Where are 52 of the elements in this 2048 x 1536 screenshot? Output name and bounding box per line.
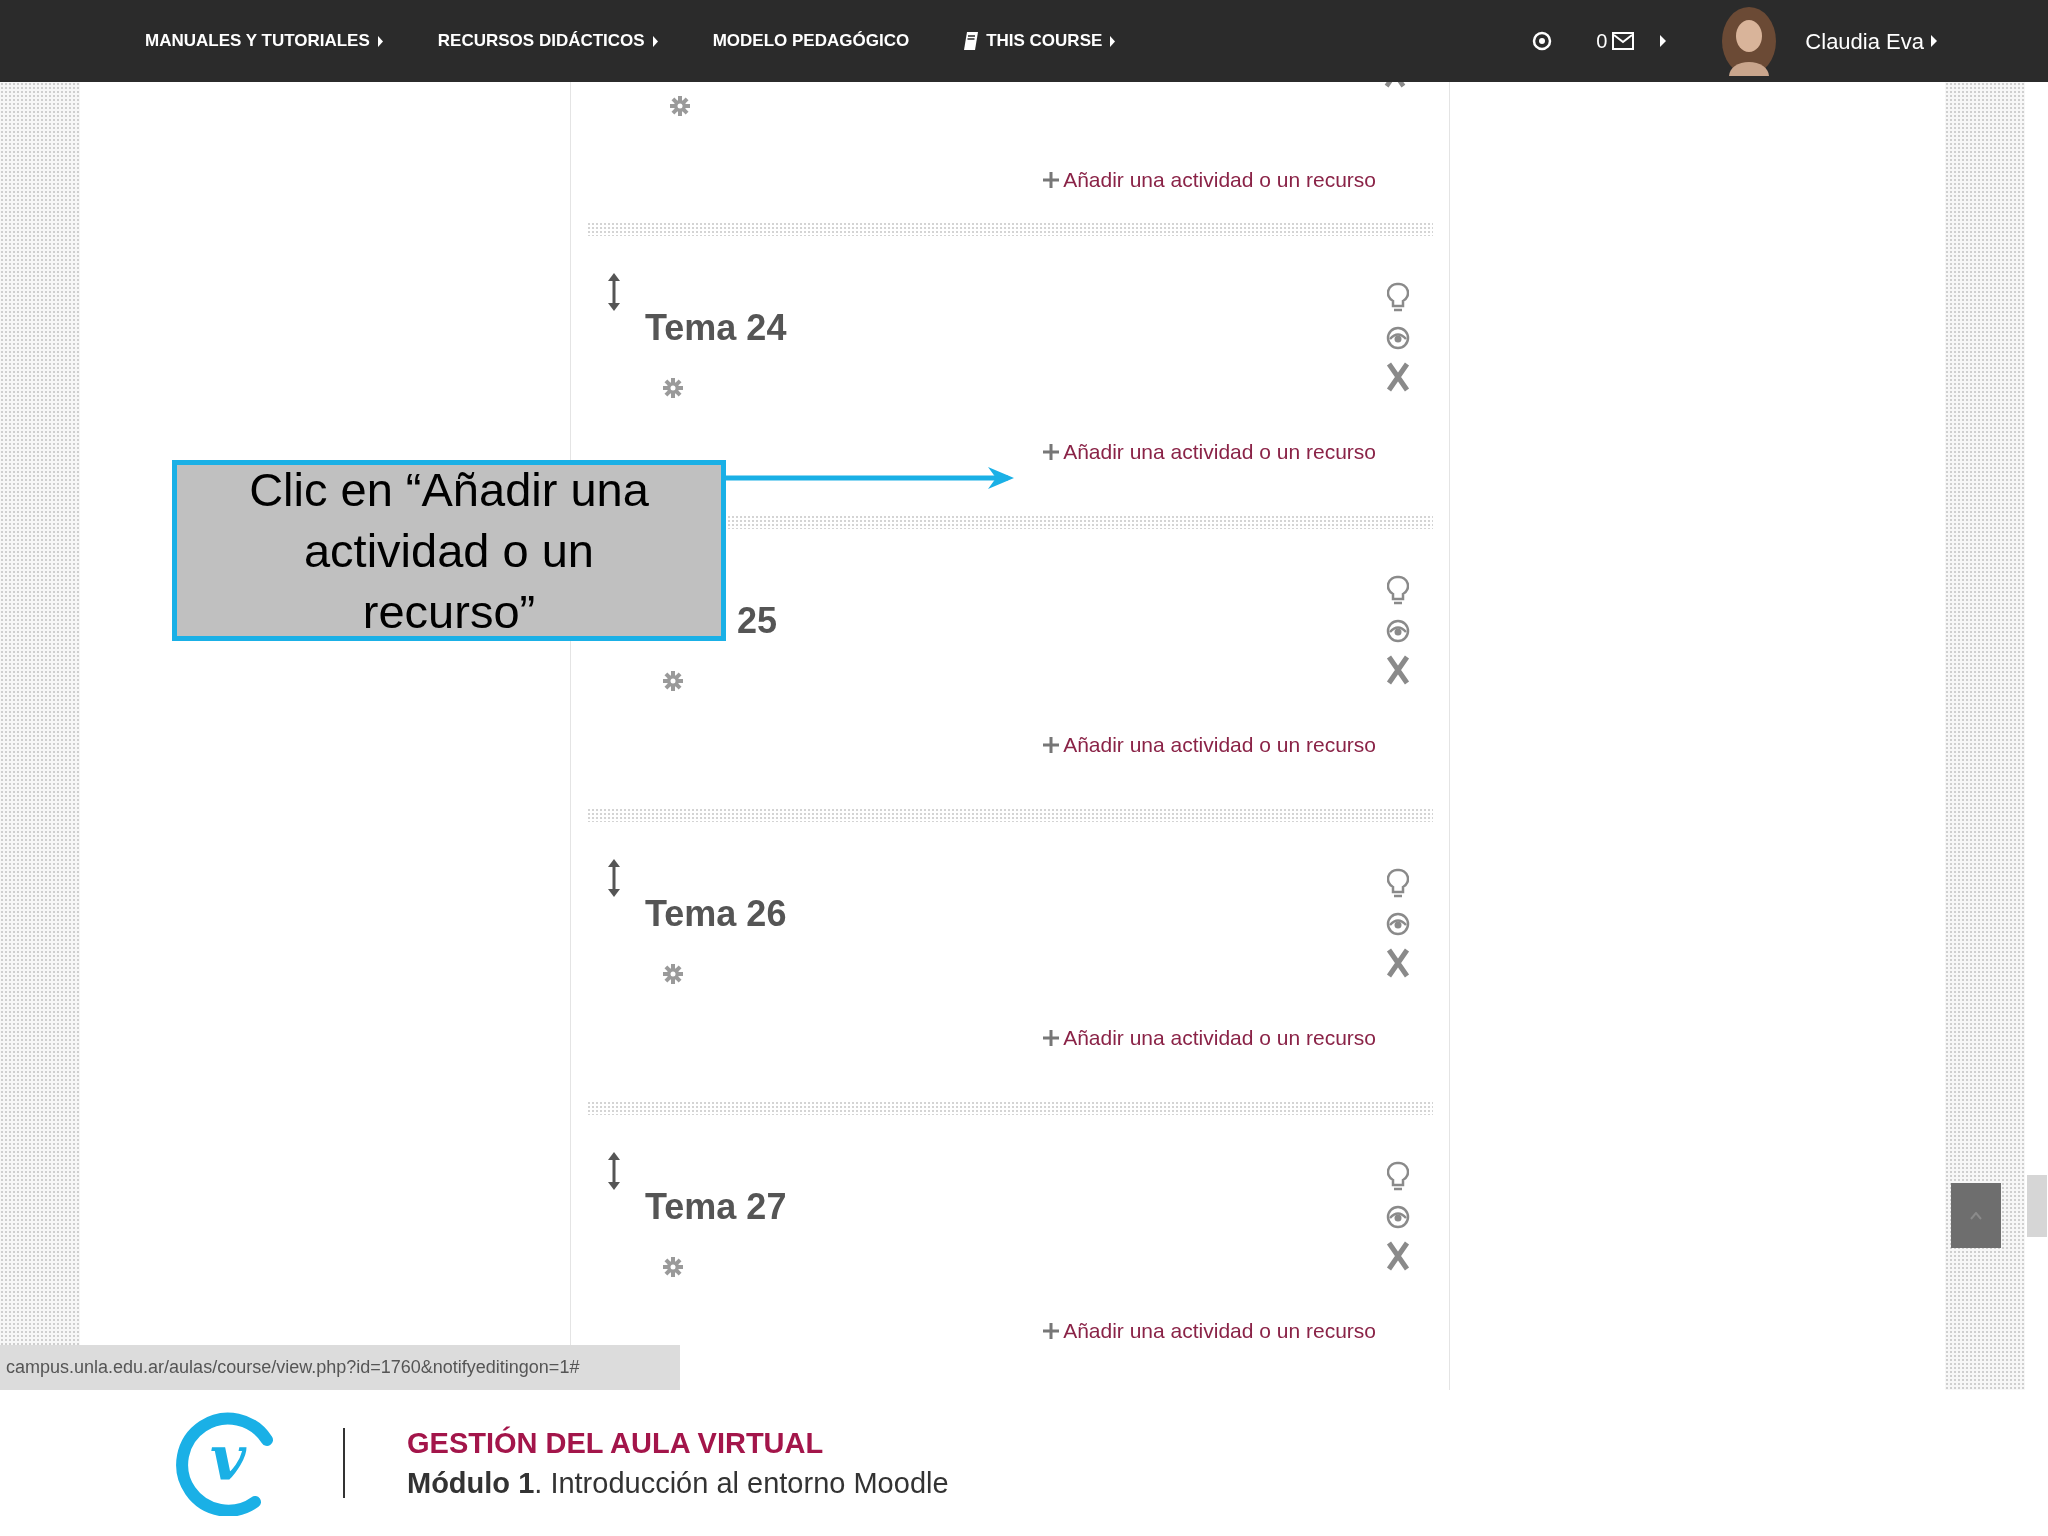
nav-menu-item[interactable]: MODELO PEDAGÓGICO: [712, 28, 910, 54]
topic-title: Tema 26: [645, 893, 787, 934]
nav-menu-item[interactable]: RECURSOS DIDÁCTICOS: [437, 28, 659, 54]
eye-icon[interactable]: [1386, 912, 1410, 936]
plus-icon: [1043, 1322, 1060, 1339]
caret-icon[interactable]: [1930, 34, 1938, 48]
delete-icon[interactable]: [1386, 655, 1410, 685]
nav-menu-item[interactable]: THIS COURSE: [963, 28, 1117, 54]
gear-icon[interactable]: [663, 378, 683, 398]
add-activity-link[interactable]: Añadir una actividad o un recurso: [1043, 1315, 1376, 1347]
callout-box: Clic en “Añadir una actividad o un recurso”: [172, 460, 726, 641]
topic-title: Tema 27: [645, 1186, 787, 1227]
logo: v: [175, 1410, 281, 1516]
delete-icon[interactable]: [1386, 362, 1410, 392]
eye-icon[interactable]: [1386, 1205, 1410, 1229]
move-icon[interactable]: [607, 272, 621, 312]
gear-icon[interactable]: [663, 1257, 683, 1277]
add-activity-link[interactable]: Añadir una actividad o un recurso: [1043, 1022, 1376, 1054]
footer-subtitle: Módulo 1. Introducción al entorno Moodle: [407, 1466, 949, 1501]
add-activity-link[interactable]: Añadir una actividad o un recurso: [1043, 164, 1376, 196]
gear-icon[interactable]: [670, 96, 690, 116]
eye-icon[interactable]: [1386, 619, 1410, 643]
delete-icon[interactable]: [1386, 1241, 1410, 1271]
plus-icon: [1043, 736, 1060, 753]
eye-icon[interactable]: [1386, 326, 1410, 350]
scrollbar-thumb[interactable]: [2027, 1175, 2047, 1237]
topic-title: 25: [737, 600, 778, 641]
topic-title: Tema 24: [645, 307, 787, 348]
add-activity-link[interactable]: Añadir una actividad o un recurso: [1043, 436, 1376, 468]
caret-up-icon: [1970, 1211, 1982, 1220]
plus-icon: [1043, 171, 1060, 188]
move-icon[interactable]: [607, 858, 621, 898]
lightbulb-icon[interactable]: [1387, 282, 1409, 314]
lightbulb-icon[interactable]: [1387, 868, 1409, 900]
message-count: 0: [1596, 29, 1608, 54]
book-icon: [963, 31, 980, 51]
nav-menu-item[interactable]: MANUALES Y TUTORIALES: [145, 28, 384, 54]
lightbulb-icon[interactable]: [1387, 575, 1409, 607]
add-activity-link[interactable]: Añadir una actividad o un recurso: [1043, 729, 1376, 761]
gear-icon[interactable]: [663, 671, 683, 691]
caret-icon[interactable]: [1659, 34, 1668, 48]
plus-icon: [1043, 1029, 1060, 1046]
footer-title: GESTIÓN DEL AULA VIRTUAL: [407, 1425, 825, 1461]
lightbulb-icon[interactable]: [1387, 1161, 1409, 1193]
gear-icon[interactable]: [663, 964, 683, 984]
user-name[interactable]: Claudia Eva: [1805, 24, 1924, 58]
status-url-bar: campus.unla.edu.ar/aulas/course/view.php?id=1760&notifyeditingon=1#: [0, 1345, 680, 1390]
delete-icon[interactable]: [1386, 948, 1410, 978]
envelope-icon[interactable]: [1611, 31, 1636, 51]
plus-icon: [1043, 443, 1060, 460]
move-icon[interactable]: [607, 1151, 621, 1191]
notification-icon[interactable]: [1532, 31, 1553, 51]
